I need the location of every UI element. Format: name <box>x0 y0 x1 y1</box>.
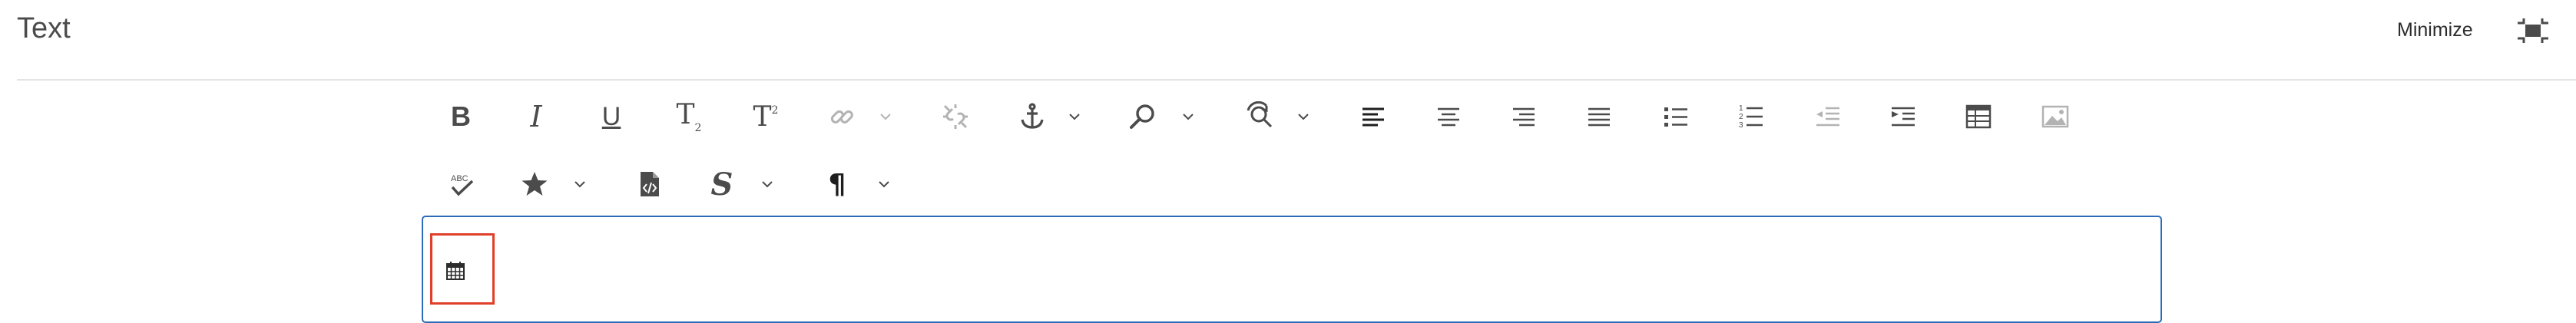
image-icon <box>2041 105 2069 128</box>
outdent-icon <box>1816 107 1839 127</box>
panel-title: Text <box>17 12 71 44</box>
find-replace-dropdown-chevron-icon[interactable] <box>1296 112 1310 121</box>
find-replace-icon <box>1247 101 1273 128</box>
justify-button[interactable] <box>1582 95 1616 138</box>
anchor-dropdown-chevron-icon[interactable] <box>1068 112 1081 121</box>
bold-icon: B <box>451 101 471 132</box>
fullscreen-exit-icon <box>2518 18 2548 43</box>
find-dropdown-chevron-icon[interactable] <box>1181 112 1195 121</box>
justify-icon <box>1588 107 1610 127</box>
spellcheck-icon: ABC <box>451 174 474 196</box>
search-icon <box>1130 104 1154 129</box>
unlink-icon <box>943 104 968 129</box>
numbered-list-icon: 123 <box>1739 104 1763 130</box>
unlink-button[interactable] <box>939 95 972 138</box>
svg-text:ABC: ABC <box>451 174 469 183</box>
align-left-button[interactable] <box>1356 95 1390 138</box>
paragraph-format-dropdown-chevron-icon[interactable] <box>877 180 891 189</box>
numbered-list-button[interactable]: 123 <box>1734 95 1768 138</box>
table-button[interactable] <box>1962 95 1995 138</box>
bullet-list-button[interactable] <box>1659 95 1693 138</box>
find-button[interactable] <box>1126 95 1160 138</box>
minimize-button[interactable]: Minimize <box>2397 19 2473 41</box>
anchor-icon <box>1021 103 1044 129</box>
link-button[interactable] <box>825 95 859 138</box>
align-center-button[interactable] <box>1432 95 1465 138</box>
anchor-button[interactable] <box>1015 95 1049 138</box>
source-edit-icon <box>641 172 659 196</box>
source-edit-button[interactable] <box>633 163 667 206</box>
styles-button[interactable]: S <box>705 163 739 206</box>
superscript-icon: T2 <box>753 101 779 133</box>
fullscreen-exit-button[interactable] <box>2516 17 2550 44</box>
align-center-icon <box>1438 107 1459 127</box>
indent-icon <box>1892 107 1915 127</box>
svg-text:1: 1 <box>1739 104 1743 113</box>
table-icon <box>1965 104 1992 129</box>
star-icon <box>521 172 548 196</box>
align-right-icon <box>1513 107 1535 127</box>
link-dropdown-chevron-icon[interactable] <box>879 112 892 121</box>
paragraph-icon: ¶ <box>828 168 846 200</box>
rich-text-editor[interactable] <box>422 216 2162 323</box>
align-left-icon <box>1362 107 1384 127</box>
styles-icon: S <box>710 166 733 203</box>
align-right-button[interactable] <box>1507 95 1541 138</box>
svg-text:2: 2 <box>1739 113 1743 121</box>
image-button[interactable] <box>2038 95 2072 138</box>
find-replace-button[interactable] <box>1241 95 1278 138</box>
svg-text:3: 3 <box>1739 121 1743 130</box>
underline-icon: U <box>601 102 621 131</box>
subscript-button[interactable]: T2 <box>670 95 708 138</box>
bullet-list-icon <box>1664 107 1687 127</box>
calendar-icon[interactable] <box>445 261 465 281</box>
italic-icon: I <box>530 100 542 133</box>
outdent-button[interactable] <box>1811 95 1845 138</box>
header-divider <box>17 79 2576 81</box>
italic-button[interactable]: I <box>519 95 553 138</box>
superscript-button[interactable]: T2 <box>747 95 785 138</box>
paragraph-format-button[interactable]: ¶ <box>820 163 854 206</box>
subscript-icon: T2 <box>676 99 702 134</box>
spellcheck-button[interactable]: ABC <box>444 163 482 206</box>
styles-dropdown-chevron-icon[interactable] <box>760 180 774 189</box>
underline-button[interactable]: U <box>594 95 628 138</box>
link-icon <box>830 110 853 124</box>
bold-button[interactable]: B <box>444 95 478 138</box>
indent-button[interactable] <box>1886 95 1920 138</box>
special-characters-button[interactable] <box>518 163 551 206</box>
special-characters-dropdown-chevron-icon[interactable] <box>573 180 587 189</box>
